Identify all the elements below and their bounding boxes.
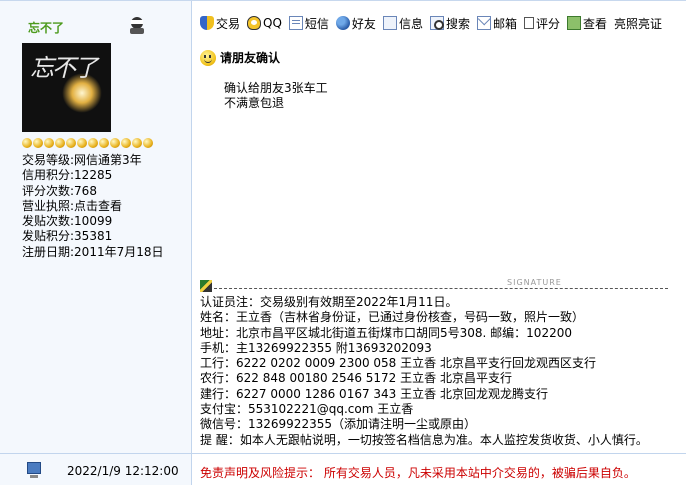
rating-star (77, 138, 87, 148)
toolbar-label: QQ (263, 16, 282, 30)
signature-line: 微信号：13269922355（添加请注明一尘或原由） (200, 417, 476, 432)
toolbar-label: 信息 (398, 16, 423, 31)
license-link[interactable]: 亮照亮证 (614, 15, 662, 32)
stat-row: 交易等级:网信通第3年 (22, 153, 164, 168)
toolbar-mail-button[interactable]: 邮箱 (476, 15, 517, 32)
signature-line: 建行：6227 0000 1286 0167 343 王立香 北京回龙观龙腾支行 (200, 386, 548, 401)
toolbar-shield-button[interactable]: 交易 (200, 15, 240, 32)
signature-line: 姓名：王立香（吉林省身份证，已通过身份核查，号码一致，照片一致） (200, 310, 585, 325)
friend-icon (335, 16, 350, 30)
stat-label: 交易等级: (22, 153, 75, 167)
rating-stars (22, 138, 153, 148)
author-panel: 忘不了 忘不了 交易等级:网信通第3年 信用积分:12285 评分次数:768 营业执… (0, 1, 192, 453)
stat-value: 12285 (74, 168, 113, 183)
signature-line: 农行：622 848 00180 2546 5172 王立香 北京昌平支行 (200, 371, 512, 386)
stat-row: 评分次数:768 (22, 184, 164, 199)
risk-disclaimer: 免责声明及风险提示： 所有交易人员，凡未采用本站中介交易的，被骗后果自负。 (200, 466, 636, 480)
post-time: 2022/1/9 12:12:00 (67, 464, 179, 478)
avatar-calligraphy: 忘不了 (30, 54, 98, 82)
search-icon (429, 16, 444, 30)
view-icon (567, 16, 581, 30)
computer-icon (27, 462, 41, 478)
rating-star (88, 138, 98, 148)
stat-value: 10099 (74, 214, 113, 229)
rate-icon (523, 17, 534, 29)
toolbar-label: 查看 (583, 16, 608, 31)
toolbar-label: 邮箱 (492, 16, 517, 31)
signature-line: 地址：北京市昌平区城北街道五街煤市口胡同5号308. 邮编：102200 (200, 325, 572, 340)
author-name[interactable]: 忘不了 (28, 19, 64, 36)
post-title: 请朋友确认 (200, 49, 280, 66)
rating-star (143, 138, 153, 148)
rating-star (121, 138, 131, 148)
signature-marker: SIGNATURE (507, 278, 562, 287)
signature-line: 提 醒：如本人无跟帖说明，一切按签名档信息为准。本人监控发货收货、小人慎行。 (200, 432, 648, 447)
toolbar-view-button[interactable]: 查看 (567, 15, 607, 32)
post-body: 确认给朋友3张车工 不满意包退 (224, 81, 328, 111)
signature-line: 工行：6222 0202 0009 2300 058 王立香 北京昌平支行回龙观… (200, 356, 596, 371)
post-title-text: 请朋友确认 (220, 51, 281, 65)
stat-row: 信用积分:12285 (22, 168, 164, 183)
toolbar-info-button[interactable]: 信息 (382, 15, 423, 32)
author-stats: 交易等级:网信通第3年 信用积分:12285 评分次数:768 营业执照:点击查看 发贴… (22, 153, 164, 260)
stat-row: 发贴积分:35381 (22, 229, 164, 244)
post-footer: 2022/1/9 12:12:00 免责声明及风险提示： 所有交易人员，凡未采用… (0, 453, 686, 485)
signature-line: 认证员注：交易级别有效期至2022年1月11日。 (200, 295, 458, 309)
rating-star (132, 138, 142, 148)
rating-star (44, 138, 54, 148)
user-status-icon (130, 17, 144, 34)
shield-icon (200, 16, 214, 30)
toolbar-message-button[interactable]: 短信 (288, 15, 329, 32)
stat-label: 营业执照: (22, 198, 75, 213)
post-line: 确认给朋友3张车工 (224, 81, 328, 95)
post-line: 不满意包退 (224, 96, 285, 110)
rating-star (22, 138, 32, 148)
rating-star (99, 138, 109, 148)
stat-value: 网信通第3年 (74, 153, 142, 167)
qq-icon (247, 16, 262, 30)
toolbar-search-button[interactable]: 搜索 (429, 15, 470, 32)
stat-label: 发贴次数: (22, 214, 75, 229)
action-toolbar: 交易 QQ 短信 好友 信息 搜索 邮箱 评分 查看 亮照亮证 (200, 13, 662, 33)
rating-star (66, 138, 76, 148)
stat-value[interactable]: 点击查看 (74, 199, 122, 213)
toolbar-label: 评分 (535, 16, 560, 31)
footer-left: 2022/1/9 12:12:00 (0, 454, 192, 485)
toolbar-label: 搜索 (445, 16, 470, 31)
stat-row: 营业执照:点击查看 (22, 199, 164, 214)
mail-icon (476, 16, 491, 30)
rating-star (55, 138, 65, 148)
message-icon (288, 16, 303, 30)
signature-block: 认证员注：交易级别有效期至2022年1月11日。 姓名：王立香（吉林省身份证，已通… (200, 295, 648, 448)
stat-label: 注册日期: (22, 244, 75, 259)
avatar[interactable]: 忘不了 (22, 43, 111, 132)
signature-line: 支付宝：553102221@qq.com 王立香 (200, 402, 414, 417)
rating-star (110, 138, 120, 148)
toolbar-label: 交易 (216, 16, 241, 31)
rating-star (33, 138, 43, 148)
stat-row: 发贴次数:10099 (22, 214, 164, 229)
toolbar-friend-button[interactable]: 好友 (335, 15, 376, 32)
smile-icon (200, 49, 216, 66)
post-frame: 忘不了 忘不了 交易等级:网信通第3年 信用积分:12285 评分次数:768 营业执… (0, 0, 686, 485)
stat-row: 注册日期:2011年7月18日 (22, 245, 164, 260)
stat-value: 768 (74, 183, 97, 198)
stat-label: 评分次数: (22, 183, 75, 198)
stat-value: 2011年7月18日 (74, 244, 164, 259)
toolbar-rate-button[interactable]: 评分 (523, 15, 560, 32)
toolbar-label: 好友 (351, 16, 376, 31)
toolbar-label: 短信 (304, 16, 329, 31)
dashed-divider (214, 288, 668, 289)
info-icon (382, 16, 397, 30)
signature-divider: SIGNATURE (200, 278, 668, 296)
pen-icon (200, 280, 212, 292)
toolbar-qq-button[interactable]: QQ (247, 16, 282, 30)
stat-label: 发贴积分: (22, 229, 75, 244)
signature-line: 手机：主13269922355 附13693202093 (200, 340, 432, 355)
stat-value: 35381 (74, 229, 113, 244)
stat-label: 信用积分: (22, 168, 75, 183)
